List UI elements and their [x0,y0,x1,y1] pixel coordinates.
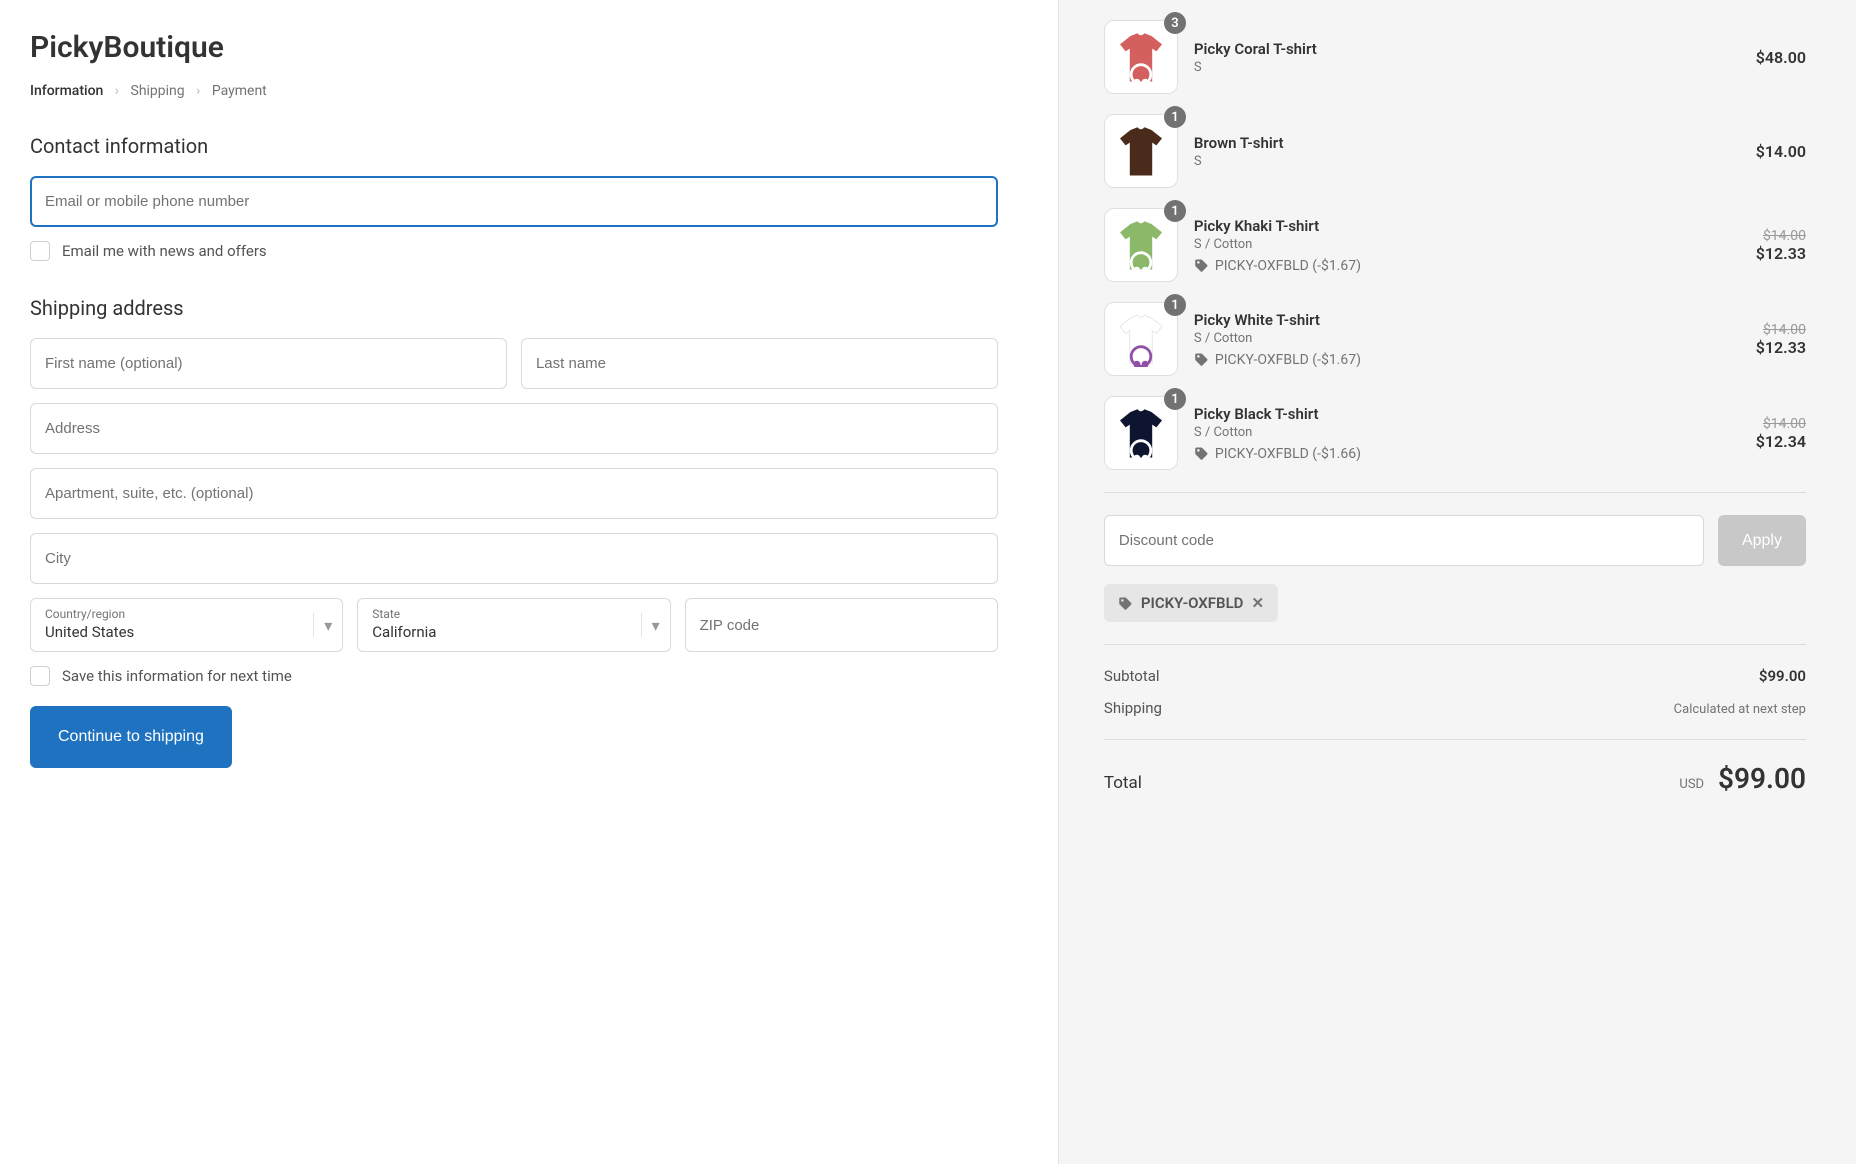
continue-button[interactable]: Continue to shipping [30,706,232,768]
item-name: Picky Khaki T-shirt [1194,217,1740,235]
chevron-down-icon: ▾ [641,613,660,637]
discount-input[interactable] [1104,515,1704,566]
product-thumbnail: 1 [1104,114,1178,188]
item-discount: PICKY-OXFBLD (-$1.67) [1194,352,1740,368]
state-value: California [372,623,655,641]
tag-icon [1194,258,1209,273]
item-price: $12.33 [1756,338,1806,357]
breadcrumb: Information › Shipping › Payment [30,83,998,99]
save-info-checkbox[interactable] [30,666,50,686]
shipping-value: Calculated at next step [1674,702,1806,717]
item-name: Picky Black T-shirt [1194,405,1740,423]
country-label: Country/region [45,607,328,621]
apply-button[interactable]: Apply [1718,515,1806,566]
item-discount: PICKY-OXFBLD (-$1.66) [1194,446,1740,462]
item-price: $12.34 [1756,432,1806,451]
quantity-badge: 1 [1164,388,1186,410]
quantity-badge: 1 [1164,106,1186,128]
item-name: Picky White T-shirt [1194,311,1740,329]
breadcrumb-shipping[interactable]: Shipping [131,83,185,99]
shipping-heading: Shipping address [30,296,998,320]
applied-code-text: PICKY-OXFBLD [1141,594,1244,612]
cart-item: 1 Picky Khaki T-shirt S / Cotton PICKY-O… [1104,208,1806,282]
newsletter-label: Email me with news and offers [62,242,267,260]
applied-discount-tag: PICKY-OXFBLD ✕ [1104,584,1278,622]
remove-discount-icon[interactable]: ✕ [1251,594,1264,612]
quantity-badge: 1 [1164,200,1186,222]
original-price: $14.00 [1756,228,1806,244]
item-variant: S [1194,154,1740,169]
state-label: State [372,607,655,621]
chevron-down-icon: ▾ [313,613,332,637]
store-title: PickyBoutique [30,30,998,65]
subtotal-label: Subtotal [1104,667,1160,685]
item-name: Picky Coral T-shirt [1194,40,1740,58]
item-variant: S / Cotton [1194,425,1740,440]
contact-heading: Contact information [30,134,998,158]
item-price: $14.00 [1756,142,1806,161]
quantity-badge: 1 [1164,294,1186,316]
zip-input[interactable] [685,598,998,652]
tag-icon [1194,352,1209,367]
breadcrumb-payment[interactable]: Payment [212,83,267,99]
chevron-right-icon: › [115,83,119,99]
shipping-label: Shipping [1104,699,1162,717]
city-input[interactable] [30,533,998,584]
currency-label: USD [1679,777,1704,792]
divider [1104,492,1806,493]
address-input[interactable] [30,403,998,454]
chevron-right-icon: › [196,83,200,99]
subtotal-value: $99.00 [1759,667,1806,685]
email-input[interactable] [30,176,998,227]
apartment-input[interactable] [30,468,998,519]
cart-item: 1 Picky White T-shirt S / Cotton PICKY-O… [1104,302,1806,376]
item-price: $48.00 [1756,48,1806,67]
original-price: $14.00 [1756,322,1806,338]
total-label: Total [1104,773,1142,793]
divider [1104,739,1806,740]
item-discount: PICKY-OXFBLD (-$1.67) [1194,258,1740,274]
quantity-badge: 3 [1164,12,1186,34]
cart-item: 1 Brown T-shirt S $14.00 [1104,114,1806,188]
total-value: $99.00 [1718,762,1806,795]
first-name-input[interactable] [30,338,507,389]
tag-icon [1194,446,1209,461]
breadcrumb-information[interactable]: Information [30,83,103,99]
cart-item: 3 Picky Coral T-shirt S $48.00 [1104,20,1806,94]
state-select[interactable]: State California ▾ [357,598,670,652]
product-thumbnail: 1 [1104,208,1178,282]
product-thumbnail: 1 [1104,302,1178,376]
item-variant: S / Cotton [1194,331,1740,346]
country-select[interactable]: Country/region United States ▾ [30,598,343,652]
original-price: $14.00 [1756,416,1806,432]
newsletter-checkbox[interactable] [30,241,50,261]
item-name: Brown T-shirt [1194,134,1740,152]
tag-icon [1118,596,1133,611]
product-thumbnail: 1 [1104,396,1178,470]
item-variant: S [1194,60,1740,75]
cart-item: 1 Picky Black T-shirt S / Cotton PICKY-O… [1104,396,1806,470]
last-name-input[interactable] [521,338,998,389]
item-variant: S / Cotton [1194,237,1740,252]
product-thumbnail: 3 [1104,20,1178,94]
save-info-label: Save this information for next time [62,667,292,685]
divider [1104,644,1806,645]
item-price: $12.33 [1756,244,1806,263]
country-value: United States [45,623,328,641]
